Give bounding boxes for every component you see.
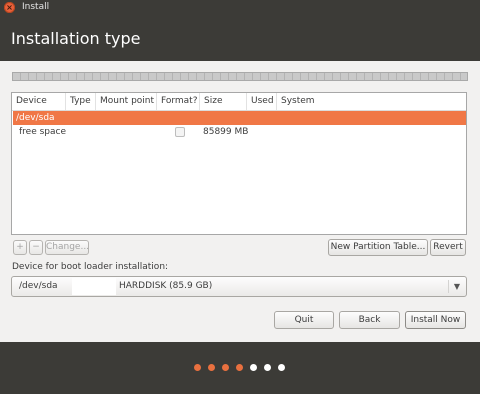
chevron-down-icon: ▼: [453, 282, 460, 291]
revert-button[interactable]: Revert: [430, 239, 466, 256]
boot-device-value: /dev/sda: [19, 281, 58, 291]
device-cell: free space: [19, 127, 67, 137]
column-header-used[interactable]: Used: [247, 93, 277, 110]
progress-step-dot: [222, 364, 229, 371]
remove-partition-button[interactable]: −: [29, 240, 43, 255]
dropdown-separator: [448, 280, 449, 293]
redacted-area: [72, 278, 116, 295]
window-title: Install: [22, 2, 50, 12]
footer: [0, 342, 480, 394]
boot-loader-label: Device for boot loader installation:: [12, 262, 169, 272]
size-cell: 85899 MB: [203, 127, 249, 137]
quit-button[interactable]: Quit: [274, 311, 334, 329]
back-button[interactable]: Back: [339, 311, 400, 329]
table-row[interactable]: free space 85899 MB: [13, 125, 466, 139]
progress-step-dot: [278, 364, 285, 371]
new-partition-table-button[interactable]: New Partition Table...: [328, 239, 428, 256]
progress-step-dot: [250, 364, 257, 371]
boot-device-model: HARDDISK (85.9 GB): [119, 281, 213, 291]
column-header-mount-point[interactable]: Mount point: [96, 93, 157, 110]
header: Installation type: [0, 15, 480, 61]
disk-usage-bar: [12, 72, 468, 81]
main-content: Device Type Mount point Format? Size Use…: [0, 61, 480, 342]
close-icon[interactable]: ×: [4, 2, 15, 13]
column-header-type[interactable]: Type: [66, 93, 96, 110]
page-title: Installation type: [11, 29, 141, 48]
column-header-size[interactable]: Size: [200, 93, 247, 110]
column-header-device[interactable]: Device: [12, 93, 66, 110]
column-header-format[interactable]: Format?: [157, 93, 200, 110]
progress-step-dot: [194, 364, 201, 371]
table-row[interactable]: /dev/sda: [13, 111, 466, 125]
progress-step-dot: [264, 364, 271, 371]
column-header-system[interactable]: System: [277, 93, 466, 110]
add-partition-button[interactable]: +: [13, 240, 27, 255]
progress-step-dot: [208, 364, 215, 371]
install-now-button[interactable]: Install Now: [405, 311, 466, 329]
partition-table[interactable]: Device Type Mount point Format? Size Use…: [11, 92, 467, 235]
progress-step-dot: [236, 364, 243, 371]
change-partition-button[interactable]: Change...: [45, 240, 89, 255]
table-header: Device Type Mount point Format? Size Use…: [12, 93, 466, 111]
title-bar: × Install: [0, 0, 480, 15]
boot-loader-device-select[interactable]: /dev/sda HARDDISK (85.9 GB) ▼: [11, 276, 467, 297]
device-cell: /dev/sda: [16, 113, 55, 123]
format-checkbox[interactable]: [175, 127, 185, 137]
